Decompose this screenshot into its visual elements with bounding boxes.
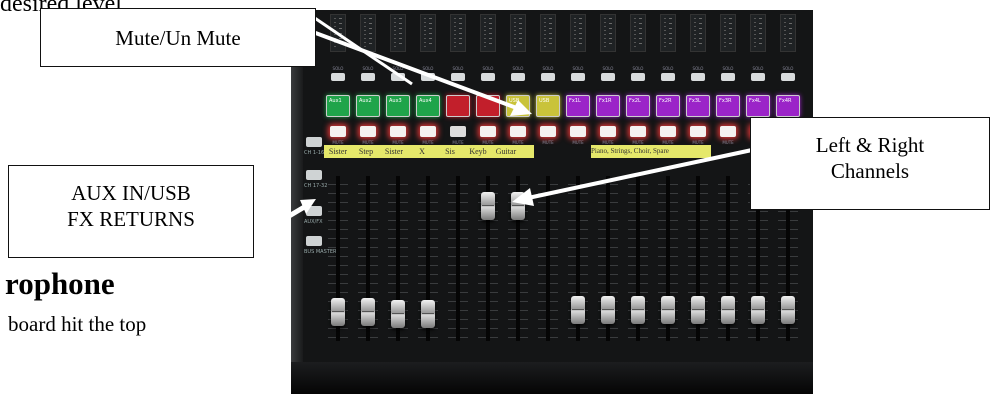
arrow-mute-left	[299, 6, 413, 86]
callout-lr-line2: Channels	[830, 159, 910, 183]
callout-left-right: Left & Right Channels	[750, 117, 990, 210]
arrow-head-icon	[512, 188, 534, 206]
callout-aux-line1: AUX IN/USB	[71, 181, 191, 205]
callout-aux-line2: FX RETURNS	[67, 207, 195, 231]
arrow-aux	[250, 199, 316, 241]
callout-mute: Mute/Un Mute	[40, 8, 316, 67]
callout-lr-line1: Left & Right	[815, 133, 925, 157]
callout-aux-in-usb: AUX IN/USB FX RETURNS	[8, 165, 254, 258]
arrow-lr	[512, 148, 753, 206]
